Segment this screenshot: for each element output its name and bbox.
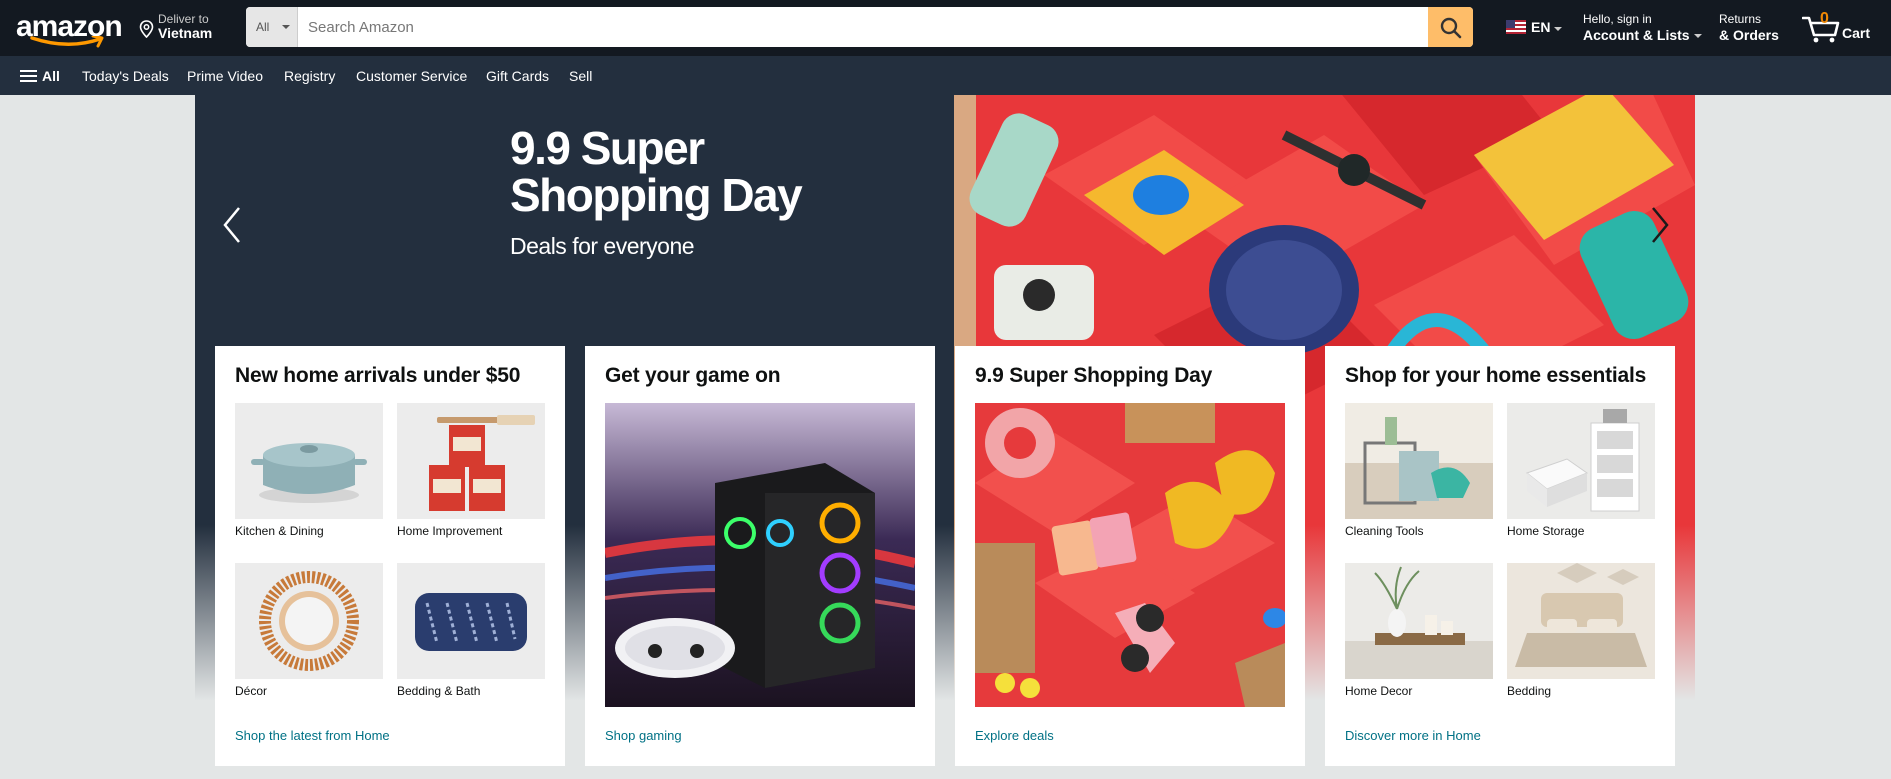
bedding-bath-image xyxy=(397,563,545,679)
orders-label: & Orders xyxy=(1719,27,1779,43)
tile-bedding-bath[interactable]: Bedding & Bath xyxy=(397,563,545,703)
hamburger-menu-icon[interactable] xyxy=(20,70,37,83)
language-code: EN xyxy=(1531,19,1551,35)
decor-image xyxy=(235,563,383,679)
search-input[interactable] xyxy=(298,7,1428,47)
tile-home-decor[interactable]: Home Decor xyxy=(1345,563,1493,703)
shop-gaming-link[interactable]: Shop gaming xyxy=(605,728,682,743)
nav-sell[interactable]: Sell xyxy=(569,68,592,84)
nav-gift-cards[interactable]: Gift Cards xyxy=(486,68,549,84)
top-navbar: amazon Deliver to Vietnam All EN xyxy=(0,0,1891,56)
tile-home-storage[interactable]: Home Storage xyxy=(1507,403,1655,543)
shop-home-link[interactable]: Shop the latest from Home xyxy=(235,728,390,743)
card-title: Shop for your home essentials xyxy=(1345,364,1647,387)
tile-caption: Bedding xyxy=(1507,684,1552,698)
smile-arrow-icon xyxy=(30,36,104,48)
tile-caption: Bedding & Bath xyxy=(397,684,481,698)
caret-down-icon xyxy=(1554,27,1562,31)
returns-label: Returns xyxy=(1719,12,1762,26)
card-home-arrivals: New home arrivals under $50 Kitchen & Di… xyxy=(215,346,565,766)
account-lists-label: Account & Lists xyxy=(1583,27,1690,43)
card-gaming: Get your game on Shop gaming xyxy=(585,346,935,766)
kitchen-dining-image xyxy=(235,403,383,519)
nav-prime-video[interactable]: Prime Video xyxy=(187,68,263,84)
bedding-image xyxy=(1507,563,1655,679)
all-menu-button[interactable]: All xyxy=(42,68,60,84)
tile-kitchen-dining[interactable]: Kitchen & Dining xyxy=(235,403,383,543)
super-shopping-day-image[interactable] xyxy=(975,403,1285,707)
explore-deals-link[interactable]: Explore deals xyxy=(975,728,1054,743)
search-category-dropdown[interactable]: All xyxy=(246,7,298,47)
caret-down-icon xyxy=(1693,34,1702,39)
cart-button[interactable]: 0 Cart xyxy=(1802,10,1878,46)
nav-customer-service[interactable]: Customer Service xyxy=(356,68,467,84)
carousel-prev-arrow-icon[interactable] xyxy=(217,200,247,250)
us-flag-icon xyxy=(1506,20,1526,34)
search-category-label: All xyxy=(256,20,270,34)
secondary-navbar: All Today's Deals Prime Video Registry C… xyxy=(0,56,1891,95)
hero-subtitle: Deals for everyone xyxy=(510,233,695,259)
tile-bedding[interactable]: Bedding xyxy=(1507,563,1655,703)
location-pin-icon xyxy=(139,20,154,38)
gaming-pc-image[interactable] xyxy=(605,403,915,707)
account-and-lists[interactable]: Hello, sign in Account & Lists xyxy=(1583,12,1702,43)
carousel-next-arrow-icon[interactable] xyxy=(1645,200,1675,250)
discover-home-link[interactable]: Discover more in Home xyxy=(1345,728,1481,743)
cart-label: Cart xyxy=(1842,25,1871,41)
tile-caption: Home Storage xyxy=(1507,524,1585,538)
caret-down-icon xyxy=(282,25,290,29)
search-button[interactable] xyxy=(1428,7,1473,47)
tile-caption: Décor xyxy=(235,684,268,698)
tile-caption: Home Improvement xyxy=(397,524,503,538)
tile-home-improvement[interactable]: Home Improvement xyxy=(397,403,545,543)
deliver-label: Deliver to xyxy=(158,12,209,26)
deliver-country: Vietnam xyxy=(158,25,213,41)
hero-title: 9.9 Super Shopping Day xyxy=(510,122,803,221)
tile-caption: Cleaning Tools xyxy=(1345,524,1424,538)
search-bar: All xyxy=(246,7,1473,47)
cart-count: 0 xyxy=(1820,10,1829,27)
home-decor-image xyxy=(1345,563,1493,679)
card-title: New home arrivals under $50 xyxy=(235,364,521,387)
nav-todays-deals[interactable]: Today's Deals xyxy=(82,68,169,84)
search-icon xyxy=(1440,17,1462,39)
tile-decor[interactable]: Décor xyxy=(235,563,383,703)
card-super-shopping-day: 9.9 Super Shopping Day Explore deals xyxy=(955,346,1305,766)
amazon-logo[interactable]: amazon xyxy=(16,8,123,48)
home-improvement-image xyxy=(397,403,545,519)
cleaning-tools-image xyxy=(1345,403,1493,519)
card-home-essentials: Shop for your home essentials Cleaning T… xyxy=(1325,346,1675,766)
sign-in-greeting: Hello, sign in xyxy=(1583,12,1652,26)
tile-caption: Kitchen & Dining xyxy=(235,524,324,538)
home-storage-image xyxy=(1507,403,1655,519)
card-title: Get your game on xyxy=(605,364,781,387)
nav-registry[interactable]: Registry xyxy=(284,68,335,84)
tile-caption: Home Decor xyxy=(1345,684,1413,698)
tile-cleaning-tools[interactable]: Cleaning Tools xyxy=(1345,403,1493,543)
returns-and-orders[interactable]: Returns & Orders xyxy=(1719,12,1779,43)
card-title: 9.9 Super Shopping Day xyxy=(975,364,1213,387)
